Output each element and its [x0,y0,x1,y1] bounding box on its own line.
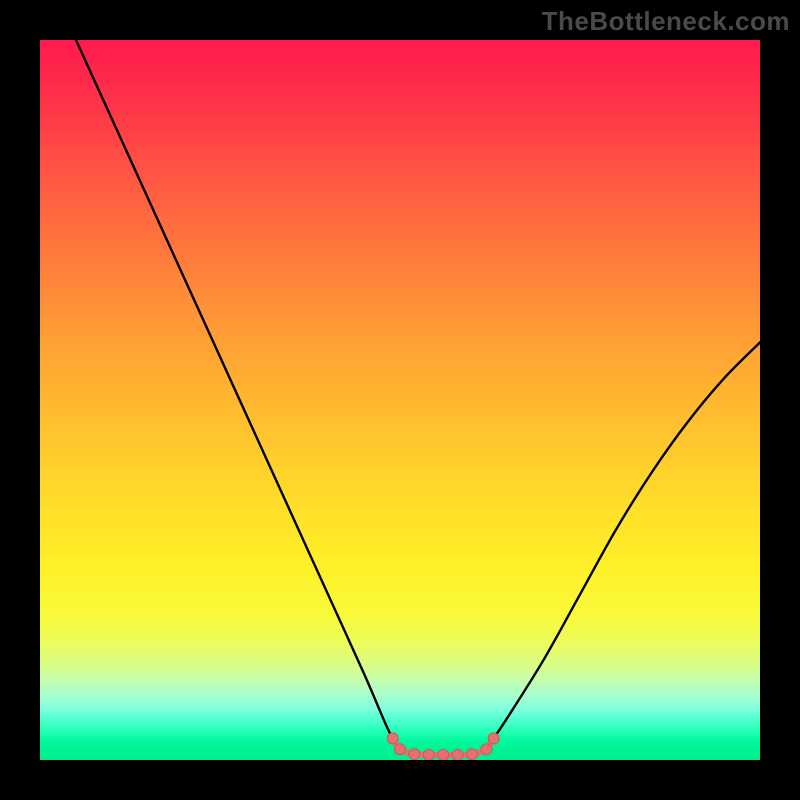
left-branch-curve [76,40,400,749]
valley-marker-dot [438,749,449,760]
watermark-text: TheBottleneck.com [542,6,790,37]
frame-border-bottom [0,760,800,800]
valley-marker-dot [387,733,398,744]
valley-marker-dot [452,749,463,760]
frame-border-right [760,0,800,800]
valley-marker-dot [395,744,406,755]
curve-layer [40,40,760,760]
plot-area [40,40,760,760]
valley-marker-dot [423,749,434,760]
right-branch-curve [486,342,760,749]
chart-frame: TheBottleneck.com [0,0,800,800]
valley-marker-dot [481,744,492,755]
valley-markers [387,733,499,760]
frame-border-left [0,0,40,800]
valley-marker-dot [467,749,478,760]
valley-marker-dot [488,733,499,744]
valley-marker-dot [409,749,420,760]
